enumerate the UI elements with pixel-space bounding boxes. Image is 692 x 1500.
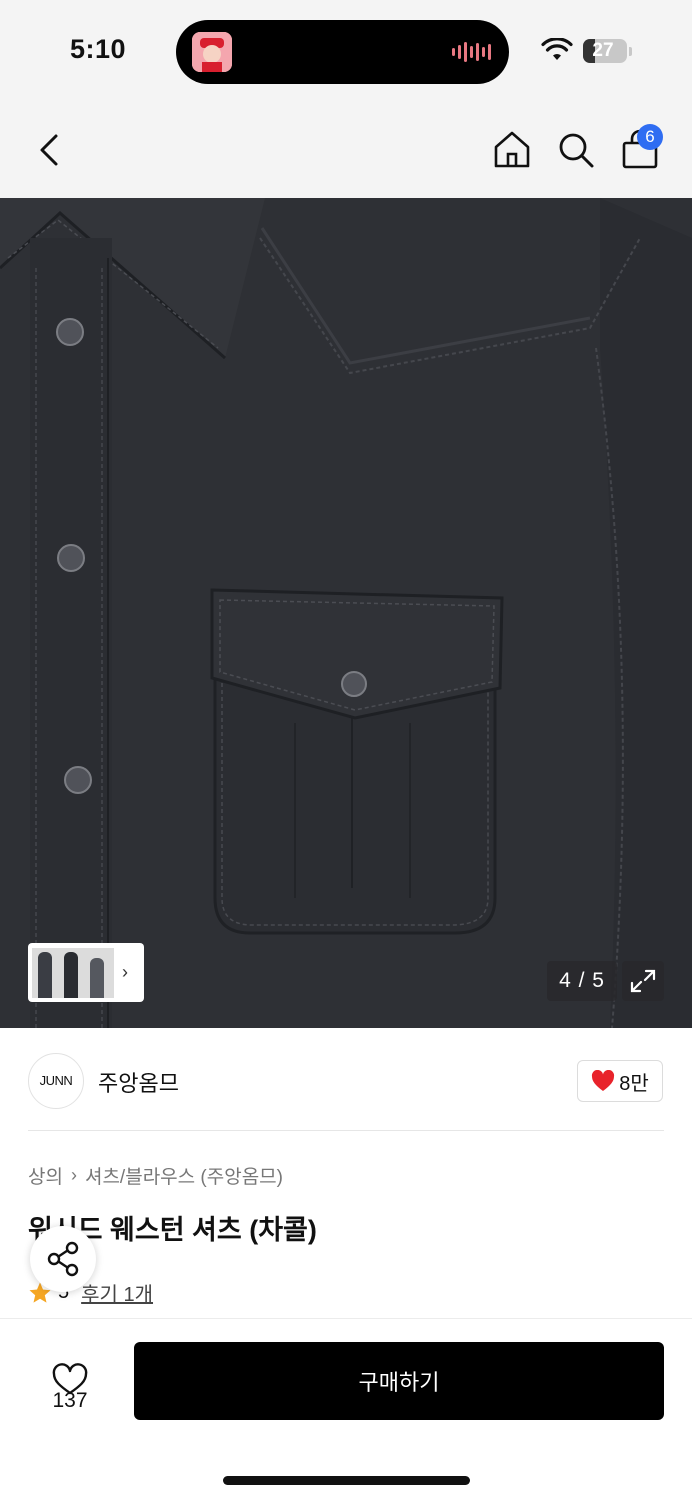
brand-like-button[interactable]: 8만 bbox=[577, 1060, 663, 1102]
audio-wave-icon bbox=[452, 42, 491, 62]
product-image[interactable]: 4 / 5 bbox=[0, 198, 692, 1028]
status-time: 5:10 bbox=[70, 34, 127, 64]
shirt-photo bbox=[0, 198, 692, 1028]
status-bar: 5:10 27 bbox=[0, 0, 692, 100]
share-button[interactable] bbox=[30, 1226, 96, 1292]
home-indicator[interactable] bbox=[223, 1476, 470, 1485]
brand-logo[interactable]: JUNN bbox=[28, 1053, 84, 1109]
model-thumbnail-button[interactable]: › bbox=[28, 943, 144, 1002]
chevron-right-icon: › bbox=[122, 962, 128, 982]
breadcrumb-item-category[interactable]: 셔츠/블라우스 (주앙옴므) bbox=[85, 1162, 283, 1189]
buy-button[interactable]: 구매하기 bbox=[134, 1342, 664, 1420]
search-button[interactable] bbox=[554, 128, 598, 172]
home-icon bbox=[494, 131, 530, 168]
image-counter: 4 / 5 bbox=[547, 961, 617, 1001]
breadcrumb-separator-icon: › bbox=[70, 1165, 77, 1185]
heart-filled-icon bbox=[592, 1070, 615, 1091]
search-icon bbox=[559, 133, 594, 168]
home-button[interactable] bbox=[490, 128, 534, 172]
top-nav bbox=[0, 100, 692, 198]
wishlist-count: 137 bbox=[52, 1389, 88, 1412]
breadcrumb: 상의 › 셔츠/블라우스 (주앙옴므) bbox=[28, 1162, 283, 1189]
brand-row: JUNN 주앙옴므 8만 bbox=[0, 1030, 692, 1130]
cart-count-badge: 6 bbox=[637, 124, 663, 150]
brand-like-count: 8만 bbox=[619, 1072, 649, 1095]
live-activity-avatar bbox=[192, 32, 232, 72]
bottom-action-bar: 137 구매하기 bbox=[0, 1318, 692, 1500]
model-thumbnail bbox=[32, 947, 114, 998]
chevron-left-icon bbox=[40, 134, 58, 166]
back-button[interactable] bbox=[30, 130, 70, 170]
expand-image-button[interactable] bbox=[622, 961, 664, 1001]
dynamic-island[interactable] bbox=[176, 20, 509, 84]
brand-name[interactable]: 주앙옴므 bbox=[98, 1066, 179, 1098]
breadcrumb-item-top[interactable]: 상의 bbox=[28, 1162, 63, 1189]
battery-level: 27 bbox=[592, 40, 614, 61]
divider bbox=[28, 1130, 664, 1131]
share-icon bbox=[47, 1241, 79, 1277]
battery-icon: 27 bbox=[583, 39, 627, 63]
wifi-icon bbox=[541, 38, 573, 60]
expand-icon bbox=[630, 969, 656, 993]
